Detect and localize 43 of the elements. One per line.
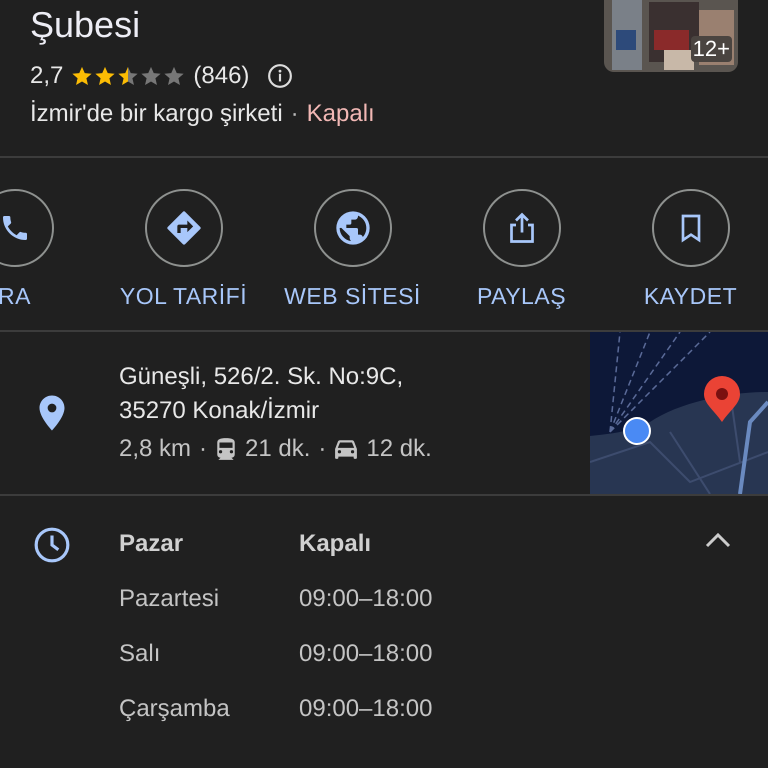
action-label: YOL TARİFİ	[120, 283, 248, 310]
day-name: Pazartesi	[119, 584, 220, 614]
star-icon	[117, 65, 140, 87]
opening-hours: 09:00–18:00	[299, 584, 434, 614]
star-icon	[140, 65, 162, 87]
separator-dot: ·	[290, 100, 299, 128]
website-button[interactable]	[314, 189, 392, 267]
drive-time: 12 dk.	[366, 435, 432, 463]
location-pin-icon	[36, 394, 66, 432]
clock-icon	[32, 526, 70, 564]
directions-button[interactable]	[144, 189, 222, 267]
address-line: 35270 Konak/İzmir	[119, 397, 320, 425]
address-line: Güneşli, 526/2. Sk. No:9C,	[119, 363, 404, 391]
status-text: Kapalı	[306, 100, 375, 128]
save-button[interactable]	[652, 189, 730, 267]
day-name: Pazar	[119, 529, 184, 559]
day-name: Salı	[119, 639, 162, 669]
opening-hours: 09:00–18:00	[299, 639, 434, 669]
place-title: Şubesi	[30, 3, 140, 47]
review-count: (846)	[193, 62, 250, 90]
photo-thumbnail[interactable]: 12+	[604, 0, 738, 72]
action-label: KAYDET	[644, 283, 738, 310]
action-label: PAYLAŞ	[476, 283, 566, 310]
car-icon	[334, 438, 358, 460]
distance-text: 2,8 km	[119, 435, 192, 463]
action-label: RA	[0, 283, 31, 310]
info-icon[interactable]	[267, 63, 294, 89]
transit-time: 21 dk.	[245, 435, 310, 463]
category-text: İzmir'de bir kargo şirketi	[30, 100, 283, 128]
rating-value: 2,7	[30, 62, 64, 90]
photo-count: 12+	[690, 36, 732, 62]
separator-dot: ·	[318, 435, 326, 463]
share-button[interactable]	[482, 189, 560, 267]
separator-dot: ·	[199, 435, 208, 463]
day-name: Çarşamba	[119, 694, 231, 724]
opening-hours: 09:00–18:00	[299, 694, 434, 724]
collapse-chevron-icon[interactable]	[703, 530, 733, 550]
opening-hours: Kapalı	[299, 529, 372, 559]
train-icon	[215, 437, 238, 461]
star-icon	[71, 65, 94, 87]
star-icon	[94, 65, 116, 87]
star-icon	[163, 65, 186, 87]
action-label: WEB SİTESİ	[284, 283, 421, 310]
